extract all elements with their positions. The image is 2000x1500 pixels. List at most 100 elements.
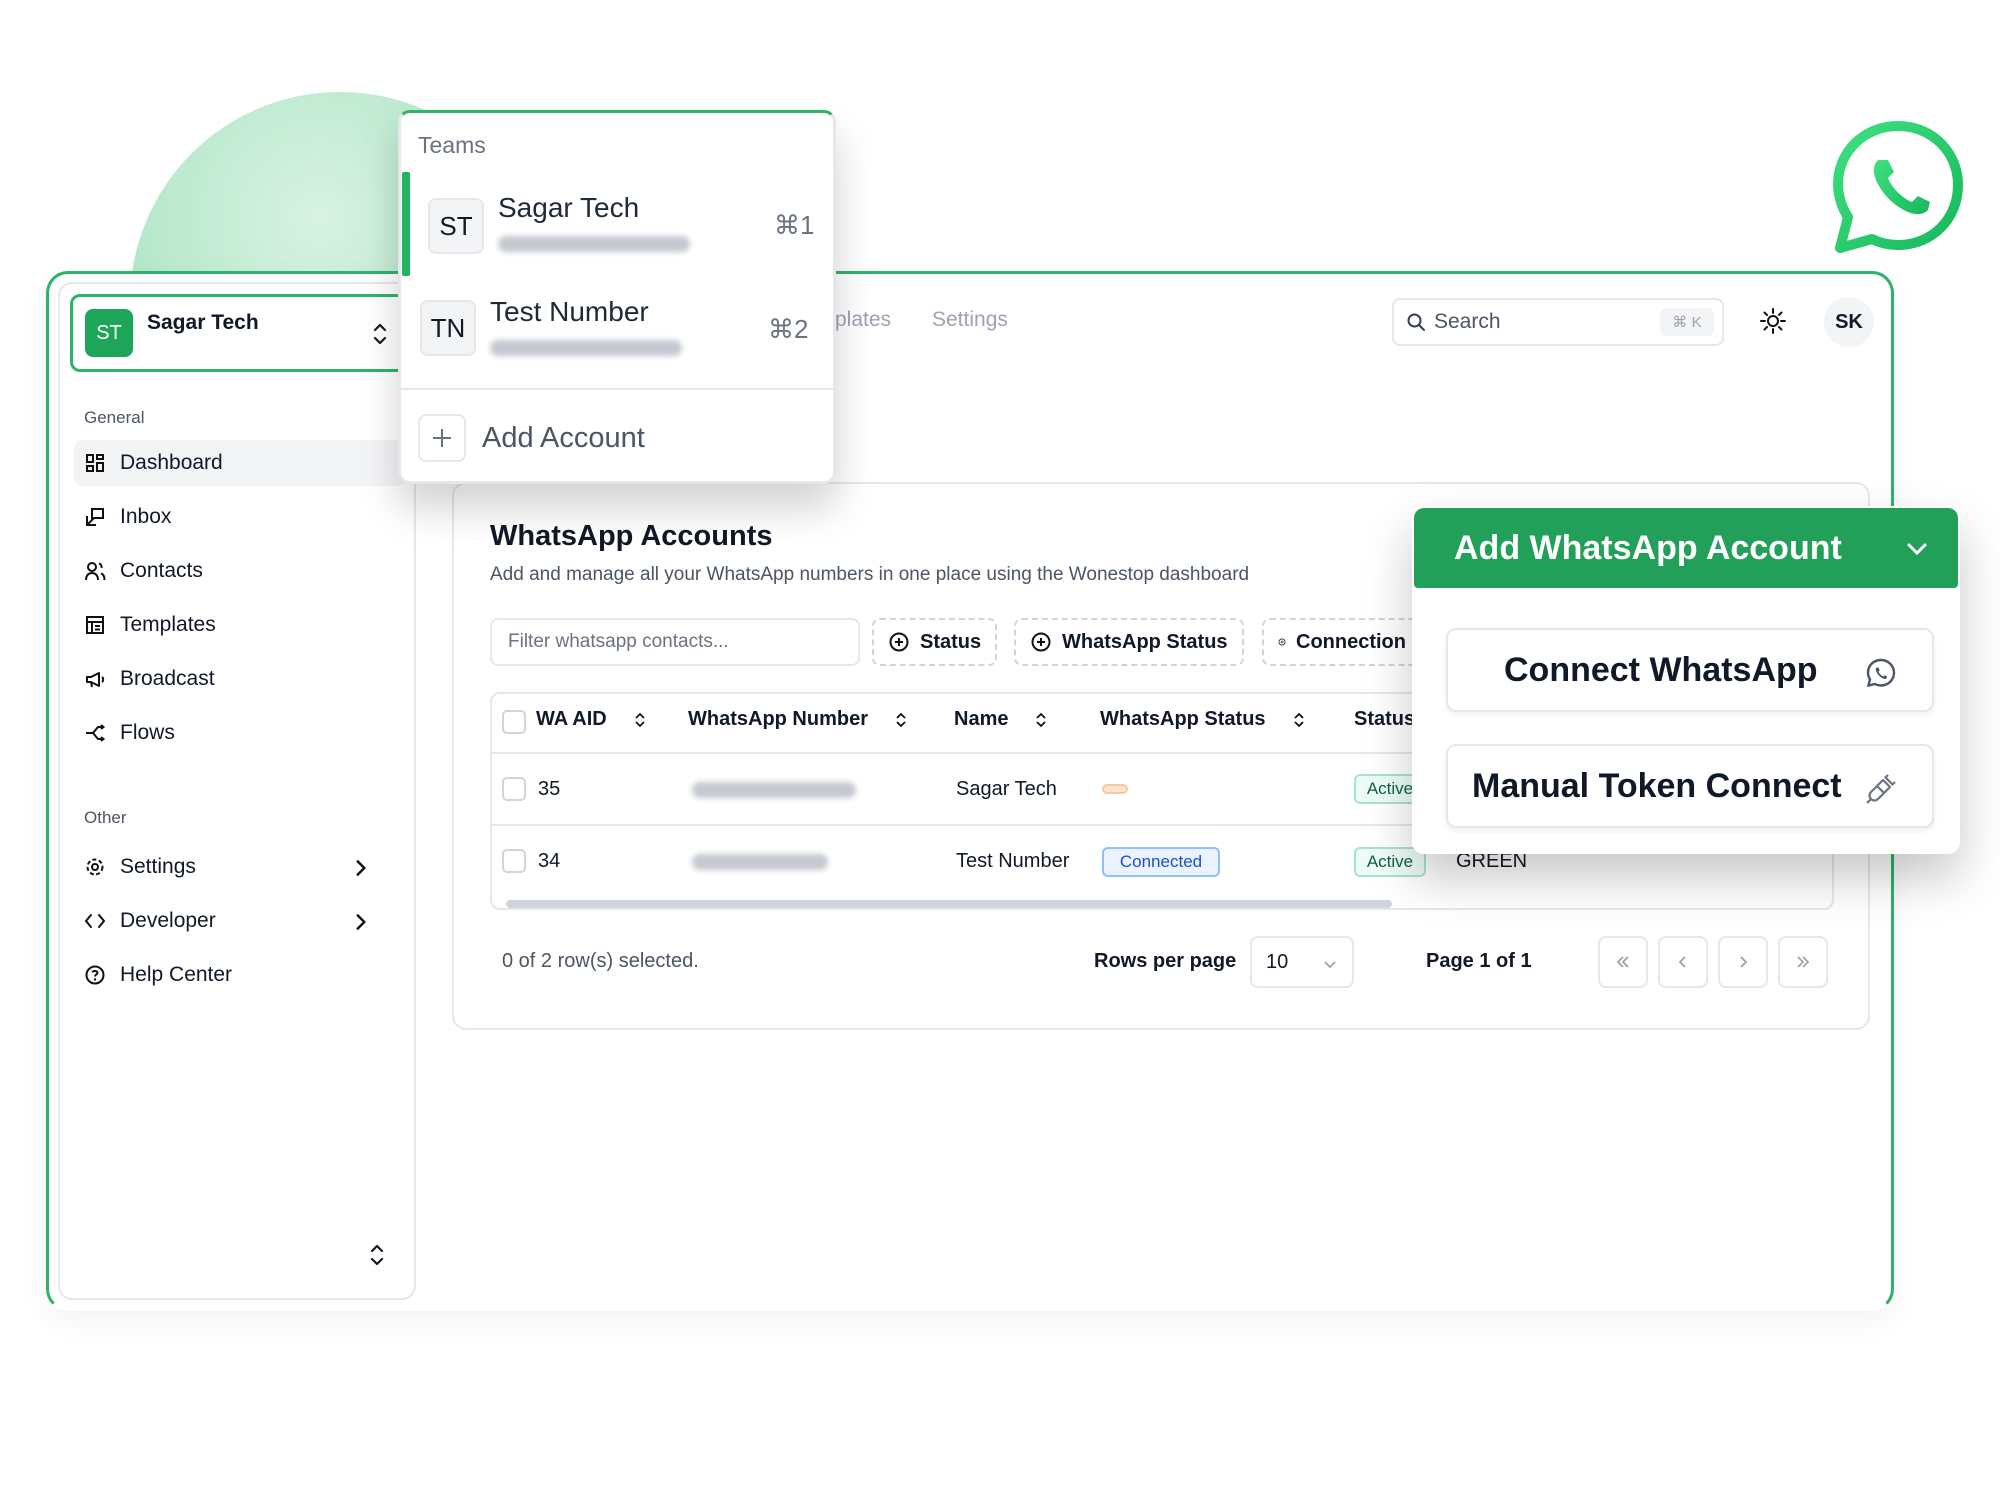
next-page-button[interactable] (1718, 936, 1768, 988)
sidebar-item-label: Settings (120, 855, 196, 878)
column-header-whatsapp-status[interactable]: WhatsApp Status (1100, 708, 1306, 731)
flows-icon (86, 724, 106, 742)
section-label-other: Other (84, 808, 127, 827)
sidebar-item-help-center[interactable]: Help Center (74, 952, 404, 998)
plug-icon (1866, 774, 1896, 804)
megaphone-icon (86, 672, 105, 688)
plus-circle-icon (1278, 638, 1286, 646)
search-icon (1407, 313, 1425, 331)
sidebar-item-inbox[interactable]: Inbox (74, 494, 404, 540)
sidebar-item-templates[interactable]: Templates (74, 602, 404, 648)
filter-input[interactable]: Filter whatsapp contacts... (490, 618, 860, 666)
column-header-whatsapp-number[interactable]: WhatsApp Number (688, 708, 908, 731)
team-shortcut: ⌘1 (774, 210, 815, 240)
sidebar (58, 282, 416, 1300)
chevrons-up-down-icon (373, 323, 387, 345)
tab-templates[interactable]: plates (835, 308, 891, 332)
sidebar-item-contacts[interactable]: Contacts (74, 548, 404, 594)
whatsapp-status-filter-button[interactable]: WhatsApp Status (1014, 618, 1244, 666)
sidebar-item-flows[interactable]: Flows (74, 710, 404, 756)
filter-label: Connection (1296, 630, 1406, 653)
status-filter-button[interactable]: Status (872, 618, 998, 666)
chevron-right-icon (356, 860, 367, 876)
sidebar-item-label: Developer (120, 909, 216, 932)
sidebar-item-dashboard[interactable]: Dashboard (74, 440, 404, 486)
redacted-phone (498, 236, 690, 252)
row-checkbox[interactable] (502, 777, 526, 801)
column-label: Status (1354, 708, 1416, 730)
add-account-label[interactable]: Add Account (482, 422, 645, 455)
column-label: WhatsApp Status (1100, 708, 1266, 730)
selected-team-indicator (402, 172, 410, 276)
option-label: Manual Token Connect (1472, 766, 1842, 805)
dashboard-icon (86, 454, 104, 472)
sidebar-item-broadcast[interactable]: Broadcast (74, 656, 404, 702)
sort-icon (635, 712, 645, 727)
whatsapp-status-badge (1102, 784, 1128, 794)
sun-icon[interactable] (1758, 306, 1788, 336)
first-page-button[interactable] (1598, 936, 1648, 988)
sidebar-item-settings[interactable]: Settings (74, 844, 404, 890)
cell-name: Sagar Tech (956, 778, 1057, 800)
sidebar-item-label: Broadcast (120, 667, 215, 690)
gear-icon (86, 858, 104, 876)
search-input[interactable]: Search ⌘ K (1392, 298, 1724, 346)
selection-count: 0 of 2 row(s) selected. (502, 950, 699, 972)
chevron-right-icon (1740, 956, 1748, 968)
chevrons-up-down-icon[interactable] (368, 1240, 386, 1270)
team-switcher[interactable]: ST Sagar Tech (70, 294, 406, 372)
inbox-icon (86, 508, 104, 526)
column-header-status[interactable]: Status (1354, 708, 1415, 731)
sort-icon (1036, 712, 1047, 727)
help-circle-icon (85, 965, 105, 985)
tab-settings[interactable]: Settings (932, 308, 1008, 332)
previous-page-button[interactable] (1658, 936, 1708, 988)
search-placeholder: Search (1434, 310, 1501, 333)
search-shortcut: ⌘ K (1660, 308, 1714, 336)
column-label: WhatsApp Number (688, 708, 868, 730)
sidebar-item-developer[interactable]: Developer (74, 898, 404, 944)
add-whatsapp-account-button[interactable]: Add WhatsApp Account (1414, 508, 1958, 588)
manual-token-connect-option[interactable]: Manual Token Connect (1446, 744, 1934, 828)
page-description: Add and manage all your WhatsApp numbers… (490, 564, 1250, 585)
sidebar-item-label: Inbox (120, 505, 172, 528)
whatsapp-status-badge: Connected (1102, 847, 1220, 877)
filter-label: WhatsApp Status (1062, 630, 1228, 653)
section-label-general: General (84, 408, 145, 427)
last-page-button[interactable] (1778, 936, 1828, 988)
rows-per-page-label: Rows per page (1094, 950, 1237, 972)
chevron-left-icon (1678, 956, 1686, 968)
connect-whatsapp-option[interactable]: Connect WhatsApp (1446, 628, 1934, 712)
chevron-down-icon (1324, 961, 1336, 969)
whatsapp-logo-icon (1833, 121, 1963, 253)
user-avatar[interactable]: SK (1824, 297, 1874, 347)
chevron-down-icon (1907, 543, 1927, 556)
status-badge: Active (1354, 847, 1426, 877)
column-header-name[interactable]: Name (954, 708, 1048, 731)
team-item-test-number[interactable]: Test Number (490, 296, 649, 328)
select-all-checkbox[interactable] (502, 710, 526, 734)
popover-divider (401, 388, 833, 390)
code-icon (84, 914, 106, 928)
connection-filter-button[interactable]: Connection (1262, 618, 1422, 666)
sidebar-item-label: Dashboard (120, 451, 223, 474)
plus-circle-icon (1031, 632, 1051, 652)
column-label: Name (954, 708, 1009, 730)
plus-circle-icon (889, 632, 909, 652)
sidebar-item-label: Help Center (120, 963, 233, 986)
row-checkbox[interactable] (502, 849, 526, 873)
team-item-sagar-tech[interactable]: Sagar Tech (498, 192, 639, 224)
chevron-right-icon (356, 914, 367, 930)
team-name: Sagar Tech (147, 311, 259, 334)
templates-icon (86, 616, 104, 634)
column-header-wa-aid[interactable]: WA AID (536, 708, 647, 731)
sidebar-item-label: Flows (120, 721, 175, 744)
option-label: Connect WhatsApp (1504, 650, 1818, 689)
rows-per-page-value: 10 (1266, 950, 1289, 973)
cell-wa-aid: 35 (538, 778, 561, 800)
redacted-number (692, 782, 856, 798)
rows-per-page-select[interactable]: 10 (1250, 936, 1354, 988)
add-account-button[interactable] (418, 414, 466, 462)
table-horizontal-scrollbar[interactable] (506, 900, 1392, 908)
team-shortcut: ⌘2 (768, 314, 809, 344)
